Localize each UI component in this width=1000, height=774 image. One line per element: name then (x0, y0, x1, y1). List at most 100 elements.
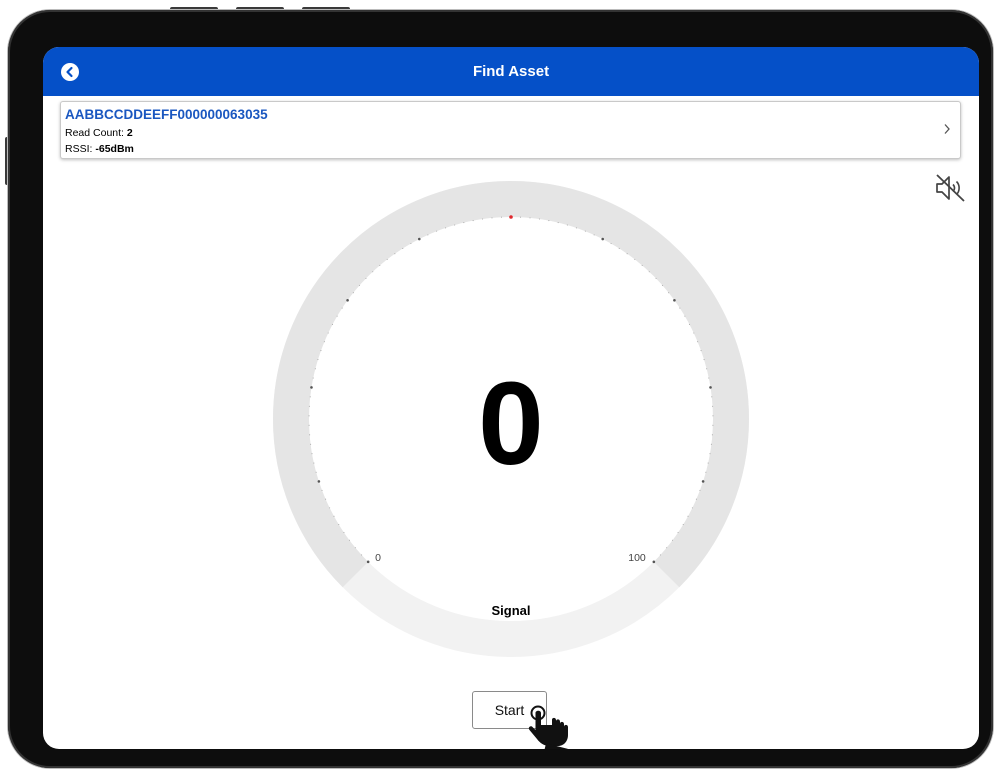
gauge-minor-tick (708, 377, 710, 379)
rssi-label: RSSI: (65, 143, 93, 155)
gauge-minor-tick (666, 547, 668, 549)
gauge-minor-tick (584, 230, 586, 232)
gauge-caption: Signal (491, 603, 530, 618)
gauge-minor-tick (352, 292, 354, 294)
gauge-major-tick (310, 386, 313, 389)
gauge-minor-tick (386, 258, 388, 260)
gauge-minor-tick (700, 350, 702, 352)
read-count-label: Read Count: (65, 127, 124, 139)
gauge-minor-tick (379, 264, 381, 266)
gauge-minor-tick (315, 471, 317, 473)
gauge-minor-tick (566, 224, 568, 226)
gauge-minor-tick (310, 443, 312, 445)
gauge-minor-tick (410, 242, 412, 245)
gauge-minor-tick (500, 216, 503, 218)
gauge-minor-tick (329, 507, 331, 509)
gauge-minor-tick (313, 462, 315, 464)
signal-gauge: 0 0 100 Signal (273, 181, 749, 657)
gauge-minor-tick (671, 539, 674, 541)
gauge-minor-tick (309, 434, 311, 436)
gauge-minor-tick (575, 227, 577, 229)
chevron-right-icon (944, 124, 950, 134)
gauge-minor-tick (372, 271, 374, 273)
gauge-minor-tick (703, 359, 705, 361)
gauge-minor-tick (311, 453, 313, 455)
gauge-major-tick (601, 237, 605, 241)
tablet-frame: Find Asset AABBCCDDEEFF000000063035 Read… (8, 10, 993, 768)
gauge-minor-tick (688, 323, 691, 326)
gauge-minor-tick (358, 284, 361, 286)
gauge-major-tick (346, 298, 349, 302)
gauge-minor-tick (312, 377, 314, 379)
gauge-minor-tick (697, 341, 699, 343)
start-button[interactable]: Start (472, 691, 547, 729)
read-count-value: 2 (126, 127, 133, 139)
gauge-indicator (509, 215, 513, 219)
gauge-minor-tick (309, 396, 311, 398)
gauge-minor-tick (712, 424, 714, 426)
asset-id: AABBCCDDEEFF000000063035 (65, 107, 268, 122)
gauge-minor-tick (317, 359, 319, 361)
gauge-major-tick (317, 480, 321, 483)
gauge-minor-tick (348, 539, 351, 541)
gauge-minor-tick (308, 424, 310, 426)
gauge-major-tick (366, 560, 370, 564)
gauge-minor-tick (472, 220, 474, 222)
gauge-minor-tick (529, 217, 531, 219)
gauge-minor-tick (641, 264, 643, 266)
gauge-minor-tick (427, 234, 429, 236)
gauge-major-tick (701, 480, 705, 483)
gauge-minor-tick (707, 462, 709, 464)
gauge-minor-tick (593, 234, 595, 236)
gauge-minor-tick (338, 523, 340, 526)
gauge-minor-tick (481, 218, 484, 220)
rssi-row: RSSI: -65dBm (65, 143, 134, 155)
gauge-minor-tick (491, 217, 493, 219)
gauge-minor-tick (655, 277, 657, 279)
gauge-minor-tick (341, 307, 343, 309)
gauge-minor-tick (454, 224, 456, 226)
gauge-minor-tick (365, 277, 367, 279)
gauge-minor-tick (320, 350, 322, 352)
gauge-minor-tick (361, 554, 363, 556)
gauge-major-tick (417, 237, 421, 241)
gauge-minor-tick (333, 515, 335, 517)
gauge-minor-tick (699, 489, 701, 491)
gauge-minor-tick (712, 415, 714, 417)
gauge-value: 0 (478, 358, 544, 490)
gauge-minor-tick (402, 247, 404, 249)
gauge-minor-tick (677, 531, 679, 534)
gauge-major-tick (673, 298, 676, 302)
gauge-minor-tick (445, 227, 447, 229)
gauge-minor-tick (687, 515, 689, 517)
gauge-minor-tick (314, 368, 316, 370)
gauge-minor-tick (712, 405, 714, 407)
gauge-minor-tick (693, 332, 695, 334)
gauge-minor-tick (308, 415, 310, 417)
app-screen: Find Asset AABBCCDDEEFF000000063035 Read… (43, 47, 979, 749)
gauge-minor-tick (463, 222, 465, 224)
gauge-minor-tick (618, 247, 620, 249)
gauge-minor-tick (321, 489, 323, 491)
gauge-minor-tick (709, 453, 711, 455)
rssi-value: -65dBm (95, 143, 134, 155)
read-count-row: Read Count: 2 (65, 127, 133, 139)
gauge-minor-tick (661, 284, 664, 286)
gauge-minor-tick (354, 547, 356, 549)
gauge-minor-tick (323, 341, 325, 343)
gauge-max-label: 100 (628, 552, 646, 564)
gauge-minor-tick (679, 307, 681, 309)
gauge-minor-tick (394, 253, 396, 255)
speaker-muted-icon[interactable] (934, 172, 966, 204)
gauge-minor-tick (684, 315, 686, 317)
gauge-minor-tick (695, 498, 697, 500)
gauge-minor-tick (659, 554, 661, 556)
gauge-minor-tick (711, 434, 713, 436)
gauge-minor-tick (691, 507, 693, 509)
asset-card[interactable]: AABBCCDDEEFF000000063035 Read Count: 2 R… (60, 101, 961, 159)
gauge-minor-tick (327, 332, 329, 334)
gauge-minor-tick (308, 405, 310, 407)
gauge-minor-tick (682, 523, 684, 526)
gauge-minor-tick (610, 242, 612, 245)
app-header: Find Asset (43, 47, 979, 96)
